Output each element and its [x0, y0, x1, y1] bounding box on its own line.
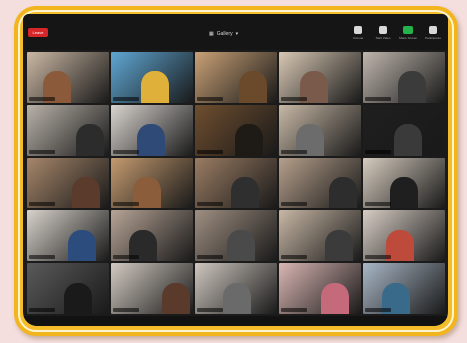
participant-name-tag: [197, 96, 223, 101]
participant-name-tag: [29, 255, 55, 260]
leave-button[interactable]: Leave: [28, 28, 48, 37]
participant-silhouette: [76, 124, 105, 156]
meeting-window: Leave ▦ Gallery ▾ Unmute Start Video Share…: [23, 14, 448, 326]
chevron-down-icon: ▾: [235, 31, 239, 37]
photo-frame: Leave ▦ Gallery ▾ Unmute Start Video Share…: [14, 6, 458, 336]
share-screen-label: Share Screen: [398, 36, 418, 40]
participant-name-tag: [197, 255, 223, 260]
video-tile[interactable]: [363, 210, 445, 262]
video-tile[interactable]: [111, 157, 193, 209]
participant-name-tag: [113, 307, 139, 312]
participant-silhouette: [231, 176, 259, 209]
participant-name-tag: [365, 255, 391, 260]
participant-silhouette: [141, 71, 170, 103]
participant-silhouette: [398, 71, 427, 103]
participant-name-tag: [113, 96, 139, 101]
participants-icon: [429, 26, 437, 34]
participant-name-tag: [29, 307, 55, 312]
video-tile[interactable]: [279, 157, 361, 209]
participant-silhouette: [324, 229, 353, 262]
video-tile[interactable]: [363, 52, 445, 103]
video-tile[interactable]: [279, 210, 361, 262]
participant-silhouette: [235, 124, 264, 156]
participant-name-tag: [113, 202, 139, 207]
unmute-button[interactable]: Unmute: [349, 26, 367, 40]
view-switch[interactable]: ▦ Gallery ▾: [209, 30, 238, 38]
participant-name-tag: [197, 149, 223, 154]
participant-name-tag: [113, 255, 139, 260]
video-tile[interactable]: [363, 263, 445, 314]
participant-name-tag: [29, 149, 55, 154]
video-tile[interactable]: [27, 263, 109, 314]
start-video-label: Start Video: [375, 36, 391, 40]
participant-name-tag: [29, 202, 55, 207]
participant-silhouette: [68, 229, 96, 262]
participant-name-tag: [281, 149, 307, 154]
mic-icon: [354, 26, 362, 34]
video-tile[interactable]: [111, 52, 193, 103]
participant-name-tag: [365, 307, 391, 312]
video-tile[interactable]: [27, 52, 109, 103]
share-screen-icon: [403, 26, 413, 34]
bottom-strip: [23, 316, 448, 326]
participant-silhouette: [161, 282, 190, 314]
video-tile[interactable]: [111, 263, 193, 314]
video-tile[interactable]: [279, 263, 361, 314]
participant-silhouette: [390, 176, 418, 209]
video-tile[interactable]: [195, 263, 277, 314]
video-tile[interactable]: [363, 157, 445, 209]
participant-name-tag: [365, 202, 391, 207]
video-tile[interactable]: [27, 104, 109, 156]
camera-icon: [379, 26, 387, 34]
video-tile[interactable]: [363, 104, 445, 156]
start-video-button[interactable]: Start Video: [374, 26, 392, 40]
participant-name-tag: [197, 202, 223, 207]
participant-silhouette: [320, 282, 349, 314]
video-tile[interactable]: [27, 157, 109, 209]
video-tile[interactable]: [195, 104, 277, 156]
video-tile[interactable]: [195, 210, 277, 262]
participants-label: Participants: [425, 36, 441, 40]
meeting-toolbar: Leave ▦ Gallery ▾ Unmute Start Video Share…: [23, 14, 448, 50]
video-tile[interactable]: [111, 104, 193, 156]
participant-name-tag: [29, 96, 55, 101]
participant-name-tag: [281, 255, 307, 260]
participant-name-tag: [365, 96, 391, 101]
participant-name-tag: [197, 307, 223, 312]
video-tile[interactable]: [195, 157, 277, 209]
participant-silhouette: [72, 176, 100, 209]
participant-silhouette: [222, 282, 251, 314]
participants-button[interactable]: Participants: [424, 26, 442, 40]
video-tile[interactable]: [279, 104, 361, 156]
participant-silhouette: [239, 71, 268, 103]
participant-silhouette: [63, 282, 92, 314]
video-tile[interactable]: [195, 52, 277, 103]
share-screen-button[interactable]: Share Screen: [399, 26, 417, 40]
participant-name-tag: [365, 149, 391, 154]
participant-name-tag: [281, 307, 307, 312]
video-tile[interactable]: [279, 52, 361, 103]
participant-silhouette: [226, 229, 255, 262]
controls: Unmute Start Video Share Screen Participant…: [349, 26, 442, 40]
participant-name-tag: [281, 96, 307, 101]
participant-silhouette: [137, 124, 166, 156]
view-label: Gallery: [216, 31, 233, 37]
grid-icon: ▦: [209, 31, 214, 37]
participant-silhouette: [329, 176, 357, 209]
participant-grid: [27, 52, 445, 314]
unmute-label: Unmute: [352, 36, 364, 40]
video-tile[interactable]: [27, 210, 109, 262]
participant-name-tag: [281, 202, 307, 207]
video-tile[interactable]: [111, 210, 193, 262]
participant-name-tag: [113, 149, 139, 154]
participant-silhouette: [394, 124, 423, 156]
